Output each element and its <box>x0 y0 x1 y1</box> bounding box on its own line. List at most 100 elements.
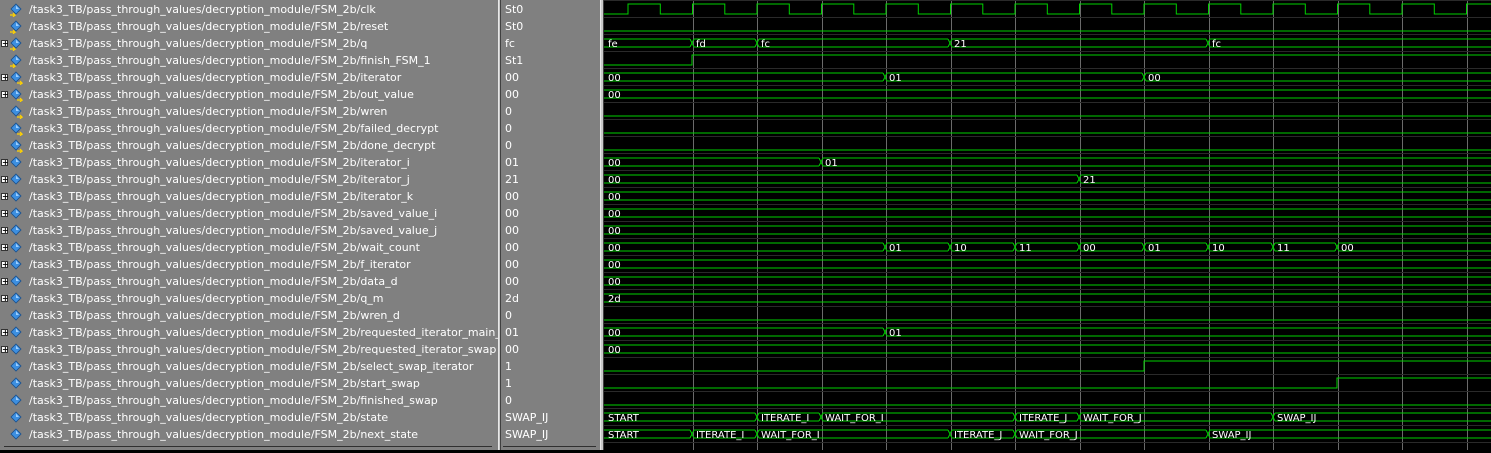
signal-row[interactable]: /task3_TB/pass_through_values/decryption… <box>0 103 498 120</box>
signal-row[interactable]: /task3_TB/pass_through_values/decryption… <box>0 137 498 154</box>
signal-row[interactable]: /task3_TB/pass_through_values/decryption… <box>0 358 498 375</box>
signal-path: /task3_TB/pass_through_values/decryption… <box>29 275 398 288</box>
signal-row[interactable]: + /task3_TB/pass_through_values/decryptio… <box>0 35 498 52</box>
signal-value: 0 <box>505 394 512 407</box>
bus-waveform-segment <box>604 327 883 337</box>
bus-waveform-segment <box>604 259 1491 269</box>
signal-value-cell: 00 <box>501 341 600 358</box>
signal-row[interactable]: /task3_TB/pass_through_values/decryption… <box>0 409 498 426</box>
signal-values-pane: St0 St0 fc St1 00 00 0 0 0 01 21 00 00 00 00 00 00 2d 0 01 0… <box>501 0 600 450</box>
signal-names-pane: /task3_TB/pass_through_values/decryption… <box>0 0 524 450</box>
signal-value-cell: 0 <box>501 137 600 154</box>
bus-value-label: 01 <box>825 158 838 169</box>
signal-value: St0 <box>505 20 524 33</box>
bus-value-label: 01 <box>1148 243 1161 254</box>
bus-waveform-segment <box>947 38 1206 48</box>
signal-icon <box>9 360 23 374</box>
bus-value-label: ITERATE_J <box>954 430 1002 441</box>
signal-value: fc <box>505 37 515 50</box>
signal-value-cell: St0 <box>501 18 600 35</box>
signal-row[interactable]: + /task3_TB/pass_through_values/decryptio… <box>0 239 498 256</box>
signal-row[interactable]: + /task3_TB/pass_through_values/decryptio… <box>0 69 498 86</box>
bus-waveform-segment <box>1141 72 1491 82</box>
signal-row[interactable]: + /task3_TB/pass_through_values/decryptio… <box>0 290 498 307</box>
expand-toggle-icon[interactable]: + <box>1 346 9 354</box>
signal-row[interactable]: /task3_TB/pass_through_values/decryption… <box>0 18 498 35</box>
signal-value: 00 <box>505 258 519 271</box>
signal-row[interactable]: /task3_TB/pass_through_values/decryption… <box>0 52 498 69</box>
expand-toggle-icon[interactable]: + <box>1 176 9 184</box>
bus-waveform-segment <box>604 72 883 82</box>
signal-path: /task3_TB/pass_through_values/decryption… <box>29 258 411 271</box>
signal-value-cell: 00 <box>501 222 600 239</box>
bus-value-label: 00 <box>608 192 621 203</box>
signal-icon <box>9 190 23 204</box>
signal-row[interactable]: + /task3_TB/pass_through_values/decryptio… <box>0 341 498 358</box>
expand-toggle-icon[interactable]: + <box>1 210 9 218</box>
signal-row[interactable]: + /task3_TB/pass_through_values/decryptio… <box>0 188 498 205</box>
signal-row[interactable]: + /task3_TB/pass_through_values/decryptio… <box>0 171 498 188</box>
expand-toggle-icon[interactable]: + <box>1 261 9 269</box>
expand-toggle-icon[interactable]: + <box>1 40 9 48</box>
signal-path: /task3_TB/pass_through_values/decryption… <box>29 377 420 390</box>
bus-value-label: 10 <box>954 243 967 254</box>
waveform-canvas[interactable]: fe fd fc 21 fc 00 01 00 00 00 01 00 21 00 00 00 00 01 10 11… <box>604 0 1491 450</box>
signal-row[interactable]: + /task3_TB/pass_through_values/decryptio… <box>0 86 498 103</box>
bus-value-label: 01 <box>889 73 902 84</box>
signal-value: 21 <box>505 173 519 186</box>
output-signal-icon <box>9 122 24 137</box>
bus-value-label: START <box>608 430 640 441</box>
signal-row[interactable]: /task3_TB/pass_through_values/decryption… <box>0 307 498 324</box>
expand-toggle-icon[interactable]: + <box>1 329 9 337</box>
signal-row[interactable]: /task3_TB/pass_through_values/decryption… <box>0 392 498 409</box>
signal-path: /task3_TB/pass_through_values/decryption… <box>29 292 384 305</box>
bus-value-label: 00 <box>608 345 621 356</box>
signal-row[interactable]: /task3_TB/pass_through_values/decryption… <box>0 120 498 137</box>
expand-toggle-icon[interactable]: + <box>1 278 9 286</box>
bus-value-label: 00 <box>1083 243 1096 254</box>
bus-value-label: 21 <box>1083 175 1096 186</box>
signal-icon <box>9 241 23 255</box>
signal-value-cell: 21 <box>501 171 600 188</box>
signal-row[interactable]: /task3_TB/pass_through_values/decryption… <box>0 375 498 392</box>
bus-waveform-segment <box>604 225 1491 235</box>
signal-path: /task3_TB/pass_through_values/decryption… <box>29 122 439 135</box>
signal-row[interactable]: + /task3_TB/pass_through_values/decryptio… <box>0 256 498 273</box>
signal-icon <box>9 326 23 340</box>
signal-path: /task3_TB/pass_through_values/decryption… <box>29 3 376 16</box>
waveform-pane[interactable]: fe fd fc 21 fc 00 01 00 00 00 01 00 21 00 00 00 00 01 10 11… <box>604 0 1491 450</box>
signal-row[interactable]: + /task3_TB/pass_through_values/decryptio… <box>0 273 498 290</box>
expand-toggle-icon[interactable]: + <box>1 244 9 252</box>
signal-value-cell: 00 <box>501 205 600 222</box>
expand-toggle-icon[interactable]: + <box>1 74 9 82</box>
signal-row[interactable]: + /task3_TB/pass_through_values/decryptio… <box>0 154 498 171</box>
bus-waveform-segment <box>1076 174 1491 184</box>
signal-value: 00 <box>505 190 519 203</box>
signal-path: /task3_TB/pass_through_values/decryption… <box>29 190 414 203</box>
signal-row[interactable]: /task3_TB/pass_through_values/decryption… <box>0 426 498 443</box>
signal-row[interactable]: + /task3_TB/pass_through_values/decryptio… <box>0 205 498 222</box>
bus-waveform-segment <box>604 174 1077 184</box>
signal-value-cell: 0 <box>501 103 600 120</box>
signal-value: 01 <box>505 156 519 169</box>
bus-value-label: 00 <box>1341 243 1354 254</box>
signal-value-cell: 1 <box>501 375 600 392</box>
expand-toggle-icon[interactable]: + <box>1 295 9 303</box>
list-end-divider <box>4 446 492 447</box>
signal-value: St0 <box>505 3 524 16</box>
signal-row[interactable]: /task3_TB/pass_through_values/decryption… <box>0 1 498 18</box>
bus-waveform-segment <box>604 242 883 252</box>
signal-row[interactable]: + /task3_TB/pass_through_values/decryptio… <box>0 324 524 341</box>
expand-toggle-icon[interactable]: + <box>1 193 9 201</box>
expand-toggle-icon[interactable]: + <box>1 227 9 235</box>
input-signal-icon <box>9 3 23 18</box>
signal-icon <box>9 258 23 272</box>
signal-value-cell: 00 <box>501 239 600 256</box>
expand-toggle-icon[interactable]: + <box>1 91 9 99</box>
signal-row[interactable]: + /task3_TB/pass_through_values/decryptio… <box>0 222 498 239</box>
signal-icon <box>9 224 23 238</box>
signal-value-cell: 0 <box>501 120 600 137</box>
bus-value-label: fe <box>608 39 618 50</box>
expand-toggle-icon[interactable]: + <box>1 159 9 167</box>
signal-path: /task3_TB/pass_through_values/decryption… <box>29 326 525 339</box>
